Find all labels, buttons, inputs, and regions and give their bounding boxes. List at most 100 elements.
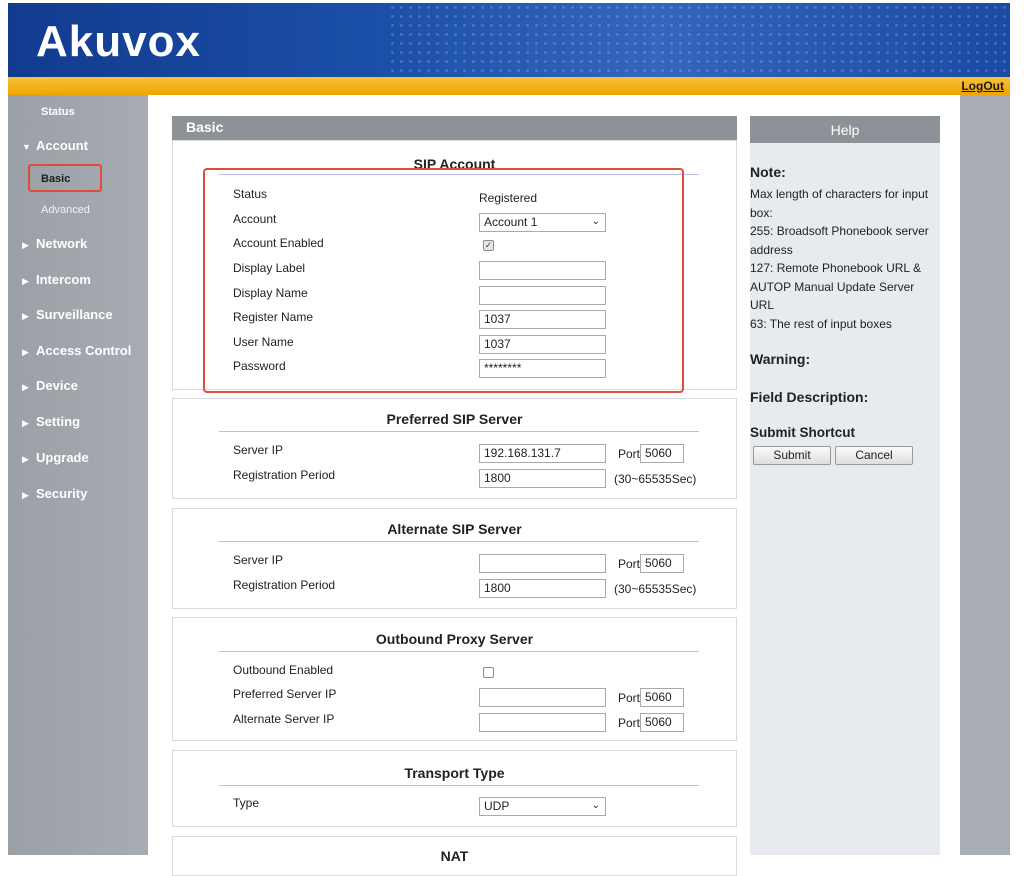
preferred-server-ip-input[interactable] <box>479 688 606 707</box>
sidebar: Status ▼ Account Basic Advanced ▶ Network … <box>8 95 148 855</box>
account-select[interactable]: Account 1 ⌄ <box>479 213 606 232</box>
section-divider <box>219 785 699 786</box>
registration-period-input[interactable]: 1800 <box>479 469 606 488</box>
logout-link[interactable]: LogOut <box>961 79 1004 93</box>
caret-right-icon: ▶ <box>22 454 29 464</box>
akuvox-logo: Akuvox <box>36 17 201 66</box>
help-field-description-heading: Field Description: <box>750 389 869 405</box>
section-divider <box>219 541 699 542</box>
alternate-server-ip-input[interactable] <box>479 713 606 732</box>
port-label: Port <box>618 447 641 461</box>
chevron-down-icon: ⌄ <box>591 800 600 811</box>
section-title: Preferred SIP Server <box>386 411 523 427</box>
sidebar-item-label: Security <box>36 486 88 501</box>
display-label-input[interactable] <box>479 261 606 280</box>
port-label: Port <box>618 557 641 571</box>
section-divider <box>219 174 699 175</box>
sidebar-item-intercom[interactable]: ▶ Intercom <box>22 272 91 287</box>
server-ip-input[interactable] <box>479 554 606 573</box>
sidebar-item-account[interactable]: ▼ Account <box>22 138 88 153</box>
sidebar-item-label: Account <box>36 138 88 153</box>
sidebar-item-label: Device <box>36 378 78 393</box>
section-divider <box>219 651 699 652</box>
transport-type-select[interactable]: UDP ⌄ <box>479 797 606 816</box>
right-margin-column <box>960 95 1010 855</box>
section-divider <box>219 431 699 432</box>
registration-period-input[interactable]: 1800 <box>479 579 606 598</box>
section-title: Alternate SIP Server <box>387 521 522 537</box>
registration-period-label: Registration Period <box>233 468 336 482</box>
sidebar-item-label: Access Control <box>36 343 132 358</box>
alternate-sip-server-section: Alternate SIP Server Server IP Port 5060… <box>172 508 737 609</box>
transport-type-value: UDP <box>484 799 510 813</box>
sip-account-section: SIP Account Status Registered Account Ac… <box>172 140 737 390</box>
register-name-label: Register Name <box>233 310 314 324</box>
display-name-label: Display Name <box>233 286 308 300</box>
port-input[interactable]: 5060 <box>640 713 684 732</box>
sidebar-subitem-advanced[interactable]: Advanced <box>41 204 90 216</box>
display-name-input[interactable] <box>479 286 606 305</box>
sidebar-item-setting[interactable]: ▶ Setting <box>22 414 80 429</box>
chevron-down-icon: ⌄ <box>591 216 600 227</box>
content-header: Basic <box>172 116 737 141</box>
caret-down-icon: ▼ <box>22 142 31 152</box>
account-enabled-label: Account Enabled <box>233 236 324 250</box>
port-input[interactable]: 5060 <box>640 444 684 463</box>
account-select-value: Account 1 <box>484 215 538 229</box>
port-input[interactable]: 5060 <box>640 554 684 573</box>
sidebar-item-network[interactable]: ▶ Network <box>22 236 87 251</box>
registration-period-range: (30~65535Sec) <box>614 472 697 486</box>
outbound-proxy-server-section: Outbound Proxy Server Outbound Enabled P… <box>172 617 737 741</box>
alternate-server-ip-label: Alternate Server IP <box>233 712 335 726</box>
preferred-sip-server-section: Preferred SIP Server Server IP 192.168.1… <box>172 398 737 499</box>
caret-right-icon: ▶ <box>22 382 29 392</box>
status-label: Status <box>233 187 268 201</box>
help-note-heading: Note: <box>750 164 786 180</box>
submit-button[interactable]: Submit <box>753 446 831 465</box>
page-title: Basic <box>186 119 224 135</box>
top-accent-bar <box>8 77 1010 95</box>
help-panel: Help Note: Max length of characters for … <box>750 116 940 855</box>
caret-right-icon: ▶ <box>22 418 29 428</box>
caret-right-icon: ▶ <box>22 311 29 321</box>
sidebar-item-label: Intercom <box>36 272 91 287</box>
caret-right-icon: ▶ <box>22 240 29 250</box>
caret-right-icon: ▶ <box>22 276 29 286</box>
sidebar-item-surveillance[interactable]: ▶ Surveillance <box>22 307 113 322</box>
port-input[interactable]: 5060 <box>640 688 684 707</box>
status-value: Registered <box>479 191 538 205</box>
sidebar-item-upgrade[interactable]: ▶ Upgrade <box>22 450 89 465</box>
section-title: Transport Type <box>404 765 505 781</box>
section-title: Outbound Proxy Server <box>375 631 534 647</box>
password-input[interactable]: ******** <box>479 359 606 378</box>
sidebar-item-access-control[interactable]: ▶ Access Control <box>22 343 131 358</box>
section-title: SIP Account <box>413 156 496 172</box>
account-enabled-checkbox[interactable]: ✓ <box>483 240 494 251</box>
sidebar-item-status[interactable]: Status <box>41 106 75 118</box>
preferred-server-ip-label: Preferred Server IP <box>233 687 337 701</box>
password-label: Password <box>233 359 286 373</box>
register-name-input[interactable]: 1037 <box>479 310 606 329</box>
sidebar-subitem-basic[interactable]: Basic <box>41 173 70 185</box>
outbound-enabled-checkbox[interactable] <box>483 667 494 678</box>
section-title: NAT <box>440 848 469 864</box>
help-note-text: Max length of characters for input box: … <box>750 187 929 331</box>
cancel-button[interactable]: Cancel <box>835 446 913 465</box>
caret-right-icon: ▶ <box>22 347 29 357</box>
caret-right-icon: ▶ <box>22 490 29 500</box>
user-name-input[interactable]: 1037 <box>479 335 606 354</box>
help-warning-heading: Warning: <box>750 351 811 367</box>
sidebar-item-device[interactable]: ▶ Device <box>22 378 78 393</box>
main-content: Basic SIP Account Status Registered Acco… <box>148 95 960 876</box>
transport-type-label: Type <box>233 796 260 810</box>
help-submit-shortcut-heading: Submit Shortcut <box>750 425 855 440</box>
help-header: Help <box>750 116 940 143</box>
nat-section: NAT <box>172 836 737 876</box>
sidebar-item-security[interactable]: ▶ Security <box>22 486 87 501</box>
port-label: Port <box>618 716 641 730</box>
outbound-enabled-label: Outbound Enabled <box>233 663 334 677</box>
server-ip-input[interactable]: 192.168.131.7 <box>479 444 606 463</box>
registration-period-label: Registration Period <box>233 578 336 592</box>
account-label: Account <box>233 212 277 226</box>
display-label-label: Display Label <box>233 261 306 275</box>
